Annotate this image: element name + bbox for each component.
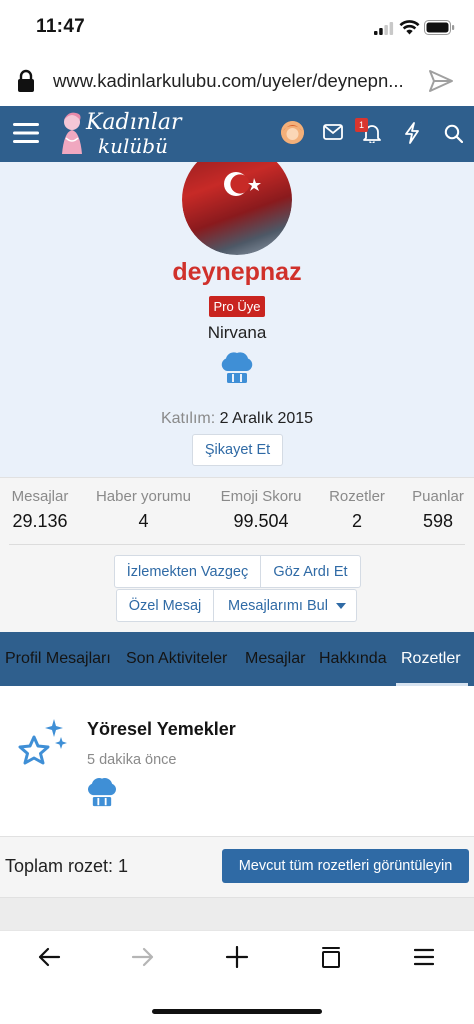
back-arrow-icon[interactable]: [37, 946, 61, 968]
battery-icon: [424, 20, 455, 35]
cellular-signal-icon: [374, 22, 394, 35]
stat-points: Puanlar 598: [407, 488, 469, 532]
tab-profile-messages[interactable]: Profil Mesajları: [5, 650, 111, 668]
stat-emoji-score: Emoji Skoru 99.504: [215, 488, 307, 532]
stat-value: 4: [138, 511, 149, 531]
report-button[interactable]: Şikayet Et: [192, 434, 283, 466]
badge-list: [0, 686, 474, 836]
private-message-button[interactable]: Özel Mesaj: [116, 589, 214, 622]
avatar-face-icon: [281, 121, 304, 144]
chef-hat-icon: [87, 778, 117, 807]
status-bar: 11:47: [0, 0, 474, 56]
stat-value: 2: [351, 511, 362, 531]
logo-text-line1[interactable]: Kadınlar: [86, 110, 182, 135]
header-user-avatar[interactable]: [281, 121, 304, 144]
stat-label: Rozetler: [329, 488, 385, 505]
dropdown-caret-icon: [336, 603, 346, 609]
tab-badges[interactable]: Rozetler: [401, 650, 461, 668]
stats-divider: [9, 544, 465, 545]
stat-label: Haber yorumu: [95, 488, 192, 505]
stat-messages: Mesajlar 29.136: [8, 488, 72, 532]
stat-news-comments: Haber yorumu 4: [91, 488, 196, 532]
tab-postings[interactable]: Mesajlar: [245, 650, 305, 668]
stat-badges: Rozetler 2: [325, 488, 389, 532]
stat-value: 598: [422, 511, 454, 531]
wifi-icon: [399, 20, 420, 35]
find-messages-label: Mesajlarımı Bul: [228, 598, 328, 614]
sparkle-stars-icon: [18, 719, 67, 765]
chef-hat-icon: [221, 352, 253, 383]
tab-latest-activity[interactable]: Son Aktiviteler: [126, 650, 227, 668]
notification-count-badge[interactable]: 1: [355, 118, 368, 132]
site-logo-icon[interactable]: [56, 110, 86, 158]
lock-icon: [18, 69, 34, 92]
user-title: Nirvana: [207, 323, 267, 342]
search-icon[interactable]: [444, 124, 463, 143]
ignore-button[interactable]: Göz Ardı Et: [260, 555, 361, 588]
browser-menu-icon[interactable]: [414, 946, 434, 968]
envelope-icon[interactable]: [323, 124, 343, 140]
stat-value: 99.504: [233, 511, 289, 531]
share-send-icon[interactable]: [428, 69, 454, 93]
find-messages-button[interactable]: Mesajlarımı Bul: [213, 589, 357, 622]
user-banner-badge: Pro Üye: [209, 296, 265, 317]
profile-username: deynepnaz: [172, 258, 302, 286]
total-badges: Toplam rozet: 1: [5, 856, 129, 876]
browser-url-bar[interactable]: www.kadinlarkulubu.com/uyeler/deynepn...: [0, 56, 474, 106]
status-time: 11:47: [36, 16, 86, 37]
join-date-label: Katılım:: [160, 410, 216, 427]
view-all-badges-button[interactable]: Mevcut tüm rozetleri görüntüleyin: [222, 849, 469, 883]
stat-label: Emoji Skoru: [220, 488, 302, 505]
tab-about[interactable]: Hakkında: [319, 650, 387, 668]
stat-value: 29.136: [12, 511, 68, 531]
new-tab-plus-icon[interactable]: [225, 946, 249, 968]
logo-text-line2[interactable]: kulübü: [98, 134, 168, 158]
badge-title[interactable]: Yöresel Yemekler: [87, 719, 236, 740]
unfollow-button[interactable]: İzlemekten Vazgeç: [114, 555, 261, 588]
forward-arrow-icon[interactable]: [131, 946, 155, 968]
url-text[interactable]: www.kadinlarkulubu.com/uyeler/deynepn...: [53, 70, 404, 92]
join-date: Katılım: 2 Aralık 2015: [0, 410, 474, 428]
stat-label: Mesajlar: [11, 488, 69, 505]
site-header: Kadınlar kulübü: [0, 106, 474, 162]
join-date-value: 2 Aralık 2015: [219, 410, 314, 427]
badge-time: 5 dakika önce: [87, 752, 177, 768]
stat-label: Puanlar: [412, 488, 464, 505]
home-indicator: [152, 1009, 322, 1014]
hamburger-menu-icon[interactable]: [13, 122, 39, 144]
flag-crescent-icon: [224, 172, 261, 196]
tabs-overview-icon[interactable]: [320, 946, 342, 968]
page-footer-strip: [0, 898, 474, 930]
lightning-bolt-icon[interactable]: [404, 122, 420, 144]
